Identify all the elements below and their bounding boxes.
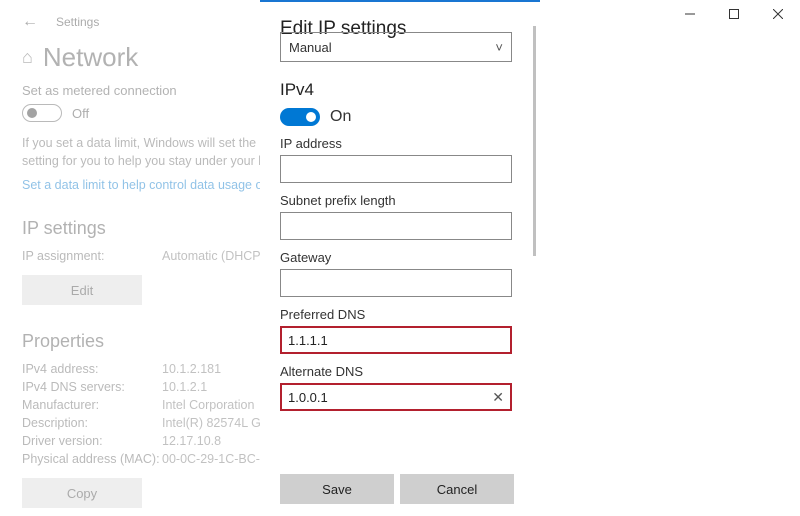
gateway-input[interactable] [280,269,512,297]
alternate-dns-input[interactable]: 1.0.0.1 ✕ [280,383,512,411]
home-icon: ⌂ [22,47,33,68]
close-button[interactable] [756,0,800,28]
ipv4-toggle[interactable] [280,108,320,126]
subnet-prefix-label: Subnet prefix length [280,193,522,208]
edit-ip-button[interactable]: Edit [22,275,142,305]
save-button[interactable]: Save [280,474,394,504]
ip-address-input[interactable] [280,155,512,183]
alternate-dns-label: Alternate DNS [280,364,522,379]
ipv4-heading: IPv4 [280,80,522,100]
ip-address-label: IP address [280,136,522,151]
ip-assignment-value: Automatic (DHCP) [162,249,265,263]
window-title: Settings [56,15,99,29]
clear-icon[interactable]: ✕ [492,389,504,406]
ipv4-toggle-state: On [330,108,351,126]
edit-ip-modal: Edit IP settings Manual ˅ IPv4 On IP add… [260,0,540,516]
gateway-label: Gateway [280,250,522,265]
chevron-down-icon: ˅ [495,40,503,55]
minimize-button[interactable] [668,0,712,28]
maximize-button[interactable] [712,0,756,28]
subnet-prefix-input[interactable] [280,212,512,240]
toggle-state: Off [72,106,89,121]
cancel-button[interactable]: Cancel [400,474,514,504]
preferred-dns-label: Preferred DNS [280,307,522,322]
ip-mode-select[interactable]: Manual ˅ [280,32,512,62]
ip-assignment-label: IP assignment: [22,249,162,263]
copy-button[interactable]: Copy [22,478,142,508]
preferred-dns-input[interactable]: 1.1.1.1 [280,326,512,354]
back-icon[interactable]: ← [22,13,38,31]
modal-scrollbar[interactable] [533,26,536,256]
